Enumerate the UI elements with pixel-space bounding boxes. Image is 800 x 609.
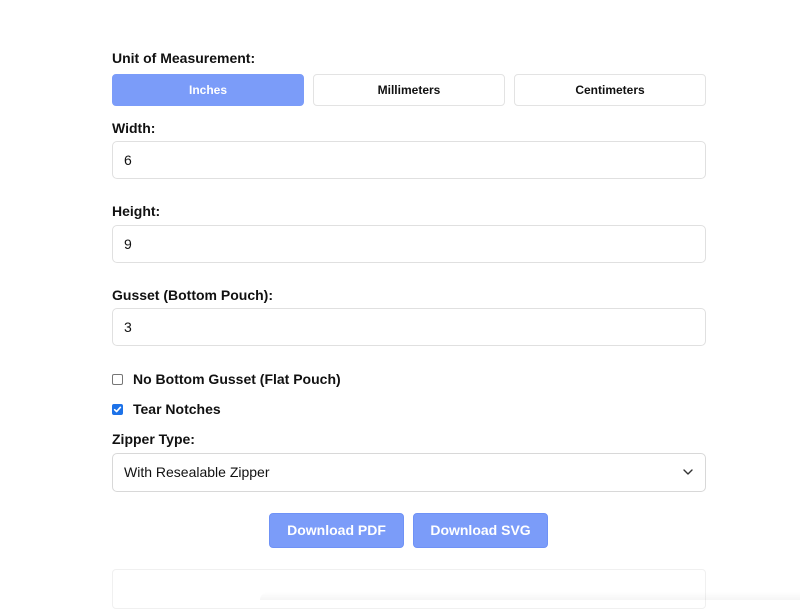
tear-notches-label: Tear Notches: [133, 401, 221, 417]
zipper-type-select[interactable]: With Resealable Zipper: [112, 453, 706, 492]
checkmark-icon: [113, 406, 122, 412]
height-label: Height:: [112, 203, 161, 219]
zipper-label: Zipper Type:: [112, 431, 195, 447]
tear-notches-checkbox[interactable]: [112, 403, 123, 415]
zipper-type-value: With Resealable Zipper: [124, 464, 270, 480]
gusset-label: Gusset (Bottom Pouch):: [112, 287, 273, 303]
no-gusset-label: No Bottom Gusset (Flat Pouch): [133, 371, 341, 387]
unit-millimeters-button[interactable]: Millimeters: [313, 74, 505, 106]
tear-notches-option: Tear Notches: [112, 400, 221, 418]
width-input[interactable]: [112, 141, 706, 179]
download-pdf-button[interactable]: Download PDF: [269, 513, 404, 548]
no-gusset-checkbox[interactable]: [112, 373, 123, 385]
unit-centimeters-button[interactable]: Centimeters: [514, 74, 706, 106]
bottom-shadow: [260, 592, 800, 600]
gusset-input[interactable]: [112, 308, 706, 346]
unit-toggle-group: Inches Millimeters Centimeters: [112, 74, 706, 106]
unit-inches-button[interactable]: Inches: [112, 74, 304, 106]
no-gusset-option: No Bottom Gusset (Flat Pouch): [112, 370, 341, 388]
unit-label: Unit of Measurement:: [112, 50, 256, 66]
download-svg-button[interactable]: Download SVG: [413, 513, 548, 548]
chevron-down-icon: [683, 469, 693, 475]
height-input[interactable]: [112, 225, 706, 263]
width-label: Width:: [112, 120, 156, 136]
preview-panel: [112, 569, 706, 609]
